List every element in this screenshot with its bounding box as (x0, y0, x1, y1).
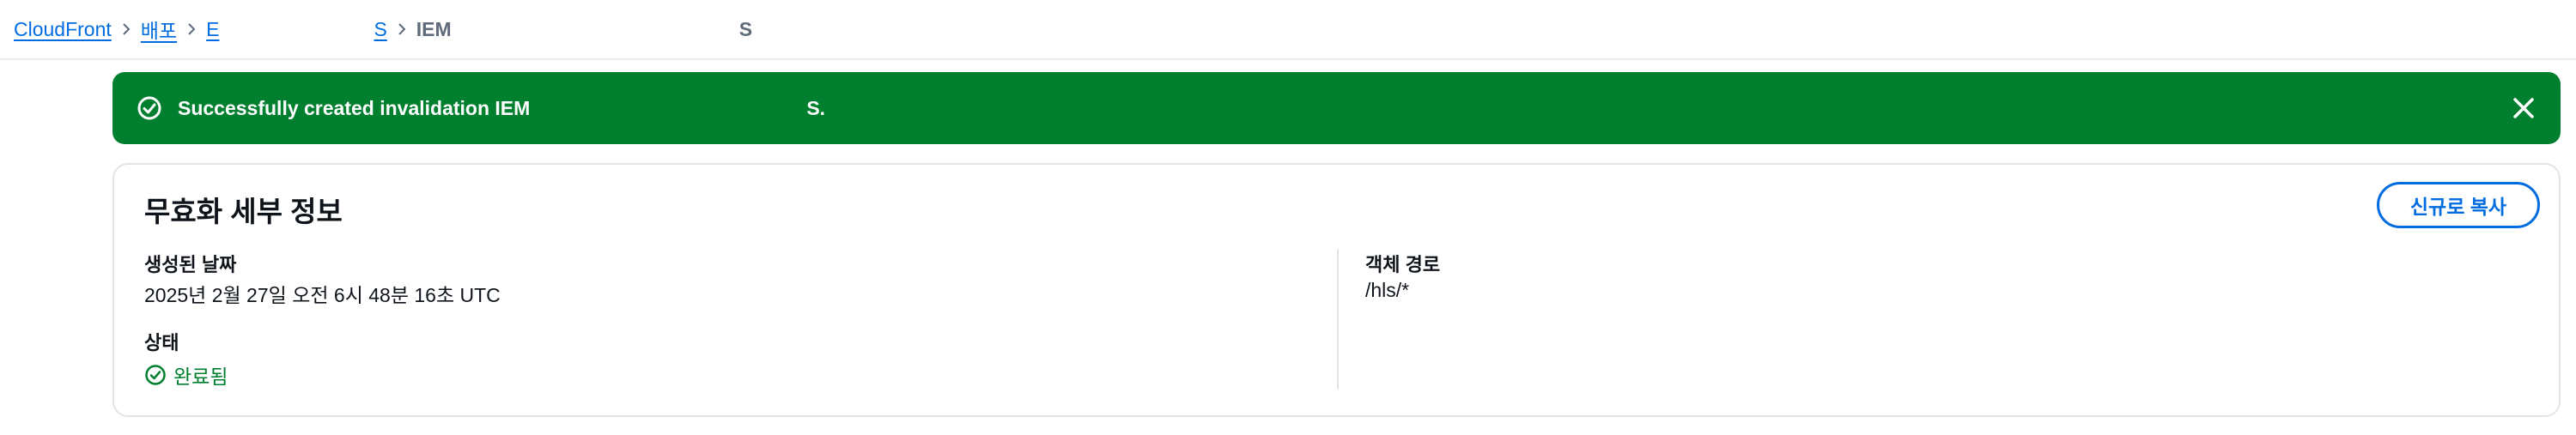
created-date-value: 2025년 2월 27일 오전 6시 48분 16초 UTC (144, 284, 501, 306)
breadcrumb-link-distribution-id-end[interactable]: S (374, 18, 386, 41)
breadcrumb-link-cloudfront[interactable]: CloudFront (14, 18, 112, 41)
header-divider (0, 58, 2576, 60)
flash-message-text: Successfully created invalidation IEM (178, 96, 531, 119)
close-icon[interactable] (2511, 95, 2537, 121)
copy-to-new-button[interactable]: 신규로 복사 (2377, 182, 2540, 228)
created-date-label: 생성된 날짜 (144, 254, 237, 275)
breadcrumb-current-invalidation: IEM (416, 17, 452, 40)
column-divider (1337, 249, 1339, 390)
success-flash-banner: Successfully created invalidation IEM S. (112, 72, 2561, 144)
flash-message: Successfully created invalidation IEM S. (178, 97, 825, 120)
card-title: 무효화 세부 정보 (144, 196, 343, 227)
breadcrumb-link-distributions[interactable]: 배포 (141, 15, 177, 44)
status-value: 완료됨 (144, 360, 228, 390)
chevron-right-icon (387, 22, 416, 36)
chevron-right-icon (112, 22, 141, 36)
breadcrumb-link-distribution-id[interactable]: E (206, 18, 219, 41)
status-text: 완료됨 (173, 366, 228, 388)
check-circle-icon (145, 365, 166, 385)
status-label: 상태 (144, 332, 179, 353)
object-path-value: /hls/* (1365, 279, 1410, 301)
page: CloudFront 배포 E S IEM S Successfully cre… (0, 0, 2576, 435)
breadcrumb-current-invalidation-end: S (738, 17, 753, 40)
object-path-label: 객체 경로 (1365, 254, 1441, 275)
invalidation-details-card: 무효화 세부 정보 신규로 복사 생성된 날짜 2025년 2월 27일 오전 … (112, 163, 2561, 417)
chevron-right-icon (177, 22, 206, 36)
flash-message-suffix: S. (806, 96, 826, 119)
check-circle-icon (137, 95, 162, 121)
breadcrumb: CloudFront 배포 E S IEM S (14, 12, 752, 46)
